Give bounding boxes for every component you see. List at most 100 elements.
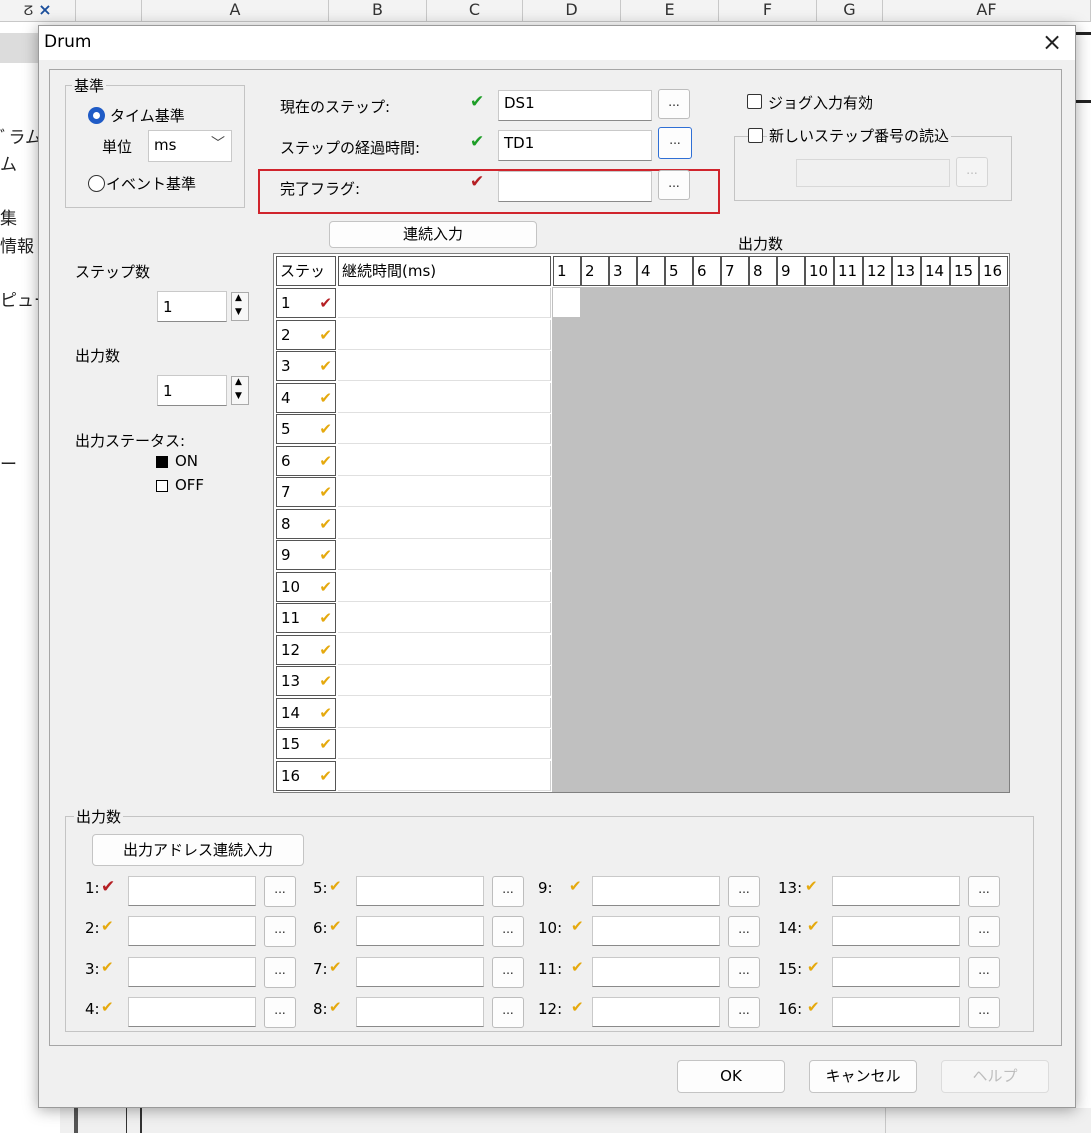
output-address-browse-button[interactable]: ... xyxy=(264,916,296,947)
pin-icon[interactable]: ⵒ xyxy=(23,4,33,19)
output-address-input[interactable] xyxy=(356,876,484,906)
output-address-browse-button[interactable]: ... xyxy=(968,876,1000,907)
output-address-browse-button[interactable]: ... xyxy=(492,957,524,988)
output-address-input[interactable] xyxy=(592,876,720,906)
output-address-browse-button[interactable]: ... xyxy=(728,876,760,907)
complete-flag-input[interactable] xyxy=(498,171,652,202)
current-step-browse-button[interactable]: ... xyxy=(658,89,690,119)
column-header-c[interactable]: C xyxy=(427,0,523,22)
output-address-browse-button[interactable]: ... xyxy=(492,997,524,1028)
spin-up-icon[interactable]: ▲ xyxy=(235,377,242,387)
output-address-input[interactable] xyxy=(832,876,960,906)
table-row-step[interactable]: 3 ✔ xyxy=(276,351,336,381)
output-address-input[interactable] xyxy=(592,957,720,987)
jog-enable-checkbox[interactable] xyxy=(747,94,762,109)
complete-flag-browse-button[interactable]: ... xyxy=(658,170,690,200)
output-address-browse-button[interactable]: ... xyxy=(728,916,760,947)
table-row-step[interactable]: 8 ✔ xyxy=(276,508,336,539)
duration-cell[interactable] xyxy=(338,571,551,602)
output-address-input[interactable] xyxy=(356,997,484,1027)
unit-select[interactable]: ms ﹀ xyxy=(148,130,232,162)
duration-cell[interactable] xyxy=(338,540,551,570)
output-address-browse-button[interactable]: ... xyxy=(492,876,524,907)
cancel-button[interactable]: キャンセル xyxy=(809,1060,917,1093)
column-header-af[interactable]: AF xyxy=(883,0,1091,22)
table-row-step[interactable]: 9 ✔ xyxy=(276,540,336,570)
time-basis-label[interactable]: タイム基準 xyxy=(110,105,185,126)
duration-cell[interactable] xyxy=(338,697,551,728)
output-address-browse-button[interactable]: ... xyxy=(968,916,1000,947)
close-pane-icon[interactable]: × xyxy=(38,0,51,19)
output-address-input[interactable] xyxy=(356,957,484,987)
column-header-f[interactable]: F xyxy=(719,0,817,22)
step-elapsed-input[interactable]: TD1 xyxy=(498,130,652,161)
duration-cell[interactable] xyxy=(338,414,551,444)
table-row-step[interactable]: 5 ✔ xyxy=(276,414,336,444)
time-basis-radio[interactable] xyxy=(88,107,105,124)
column-header-blank[interactable] xyxy=(76,0,142,22)
table-row-step[interactable]: 10 ✔ xyxy=(276,571,336,602)
duration-cell[interactable] xyxy=(338,760,551,791)
spin-down-icon[interactable]: ▼ xyxy=(235,391,242,401)
step-count-input[interactable]: 1 xyxy=(157,291,227,322)
spin-up-icon[interactable]: ▲ xyxy=(235,293,242,303)
output-address-input[interactable] xyxy=(128,916,256,946)
duration-cell[interactable] xyxy=(338,319,551,350)
close-icon[interactable]: × xyxy=(1035,26,1069,58)
duration-cell[interactable] xyxy=(338,666,551,696)
table-row-step[interactable]: 1 ✔ xyxy=(276,288,336,318)
output-cell-1-1[interactable] xyxy=(553,288,580,317)
table-row-step[interactable]: 2 ✔ xyxy=(276,319,336,350)
table-row-step[interactable]: 12 ✔ xyxy=(276,634,336,665)
output-address-browse-button[interactable]: ... xyxy=(968,957,1000,988)
duration-cell[interactable] xyxy=(338,445,551,476)
table-row-step[interactable]: 15 ✔ xyxy=(276,729,336,759)
output-address-input[interactable] xyxy=(832,997,960,1027)
table-row-step[interactable]: 4 ✔ xyxy=(276,382,336,413)
output-address-browse-button[interactable]: ... xyxy=(968,997,1000,1028)
output-address-input[interactable] xyxy=(832,957,960,987)
duration-cell[interactable] xyxy=(338,382,551,413)
table-row-step[interactable]: 14 ✔ xyxy=(276,697,336,728)
duration-cell[interactable] xyxy=(338,729,551,759)
output-address-input[interactable] xyxy=(128,957,256,987)
current-step-input[interactable]: DS1 xyxy=(498,90,652,121)
output-address-browse-button[interactable]: ... xyxy=(264,876,296,907)
output-address-input[interactable] xyxy=(592,916,720,946)
output-address-browse-button[interactable]: ... xyxy=(264,957,296,988)
step-elapsed-browse-button[interactable]: ... xyxy=(658,127,692,159)
output-address-input[interactable] xyxy=(128,876,256,906)
output-address-button[interactable]: 出力アドレス連続入力 xyxy=(92,834,304,866)
table-row-step[interactable]: 6 ✔ xyxy=(276,445,336,476)
jog-enable-label[interactable]: ジョグ入力有効 xyxy=(768,92,873,113)
output-address-input[interactable] xyxy=(592,997,720,1027)
output-count-spinner[interactable]: ▲ ▼ xyxy=(231,376,249,405)
output-address-browse-button[interactable]: ... xyxy=(728,997,760,1028)
output-address-browse-button[interactable]: ... xyxy=(728,957,760,988)
output-address-input[interactable] xyxy=(128,997,256,1027)
event-basis-label[interactable]: イベント基準 xyxy=(106,173,196,194)
column-header-b[interactable]: B xyxy=(329,0,427,22)
read-new-step-checkbox[interactable] xyxy=(748,128,763,143)
duration-cell[interactable] xyxy=(338,288,551,318)
event-basis-radio[interactable] xyxy=(88,175,105,192)
duration-cell[interactable] xyxy=(338,508,551,539)
column-header-e[interactable]: E xyxy=(621,0,719,22)
spin-down-icon[interactable]: ▼ xyxy=(235,307,242,317)
table-row-step[interactable]: 16 ✔ xyxy=(276,760,336,791)
column-header-g[interactable]: G xyxy=(817,0,883,22)
column-header-a[interactable]: A xyxy=(142,0,329,22)
output-address-browse-button[interactable]: ... xyxy=(492,916,524,947)
table-row-step[interactable]: 7 ✔ xyxy=(276,477,336,507)
table-row-step[interactable]: 11 ✔ xyxy=(276,603,336,633)
output-address-browse-button[interactable]: ... xyxy=(264,997,296,1028)
output-count-input[interactable]: 1 xyxy=(157,375,227,406)
read-new-step-label[interactable]: 新しいステップ番号の読込 xyxy=(767,125,952,146)
ok-button[interactable]: OK xyxy=(677,1060,785,1093)
duration-cell[interactable] xyxy=(338,477,551,507)
table-row-step[interactable]: 13 ✔ xyxy=(276,666,336,696)
duration-cell[interactable] xyxy=(338,351,551,381)
duration-cell[interactable] xyxy=(338,603,551,633)
column-header-d[interactable]: D xyxy=(523,0,621,22)
continuous-input-button[interactable]: 連続入力 xyxy=(329,221,537,248)
